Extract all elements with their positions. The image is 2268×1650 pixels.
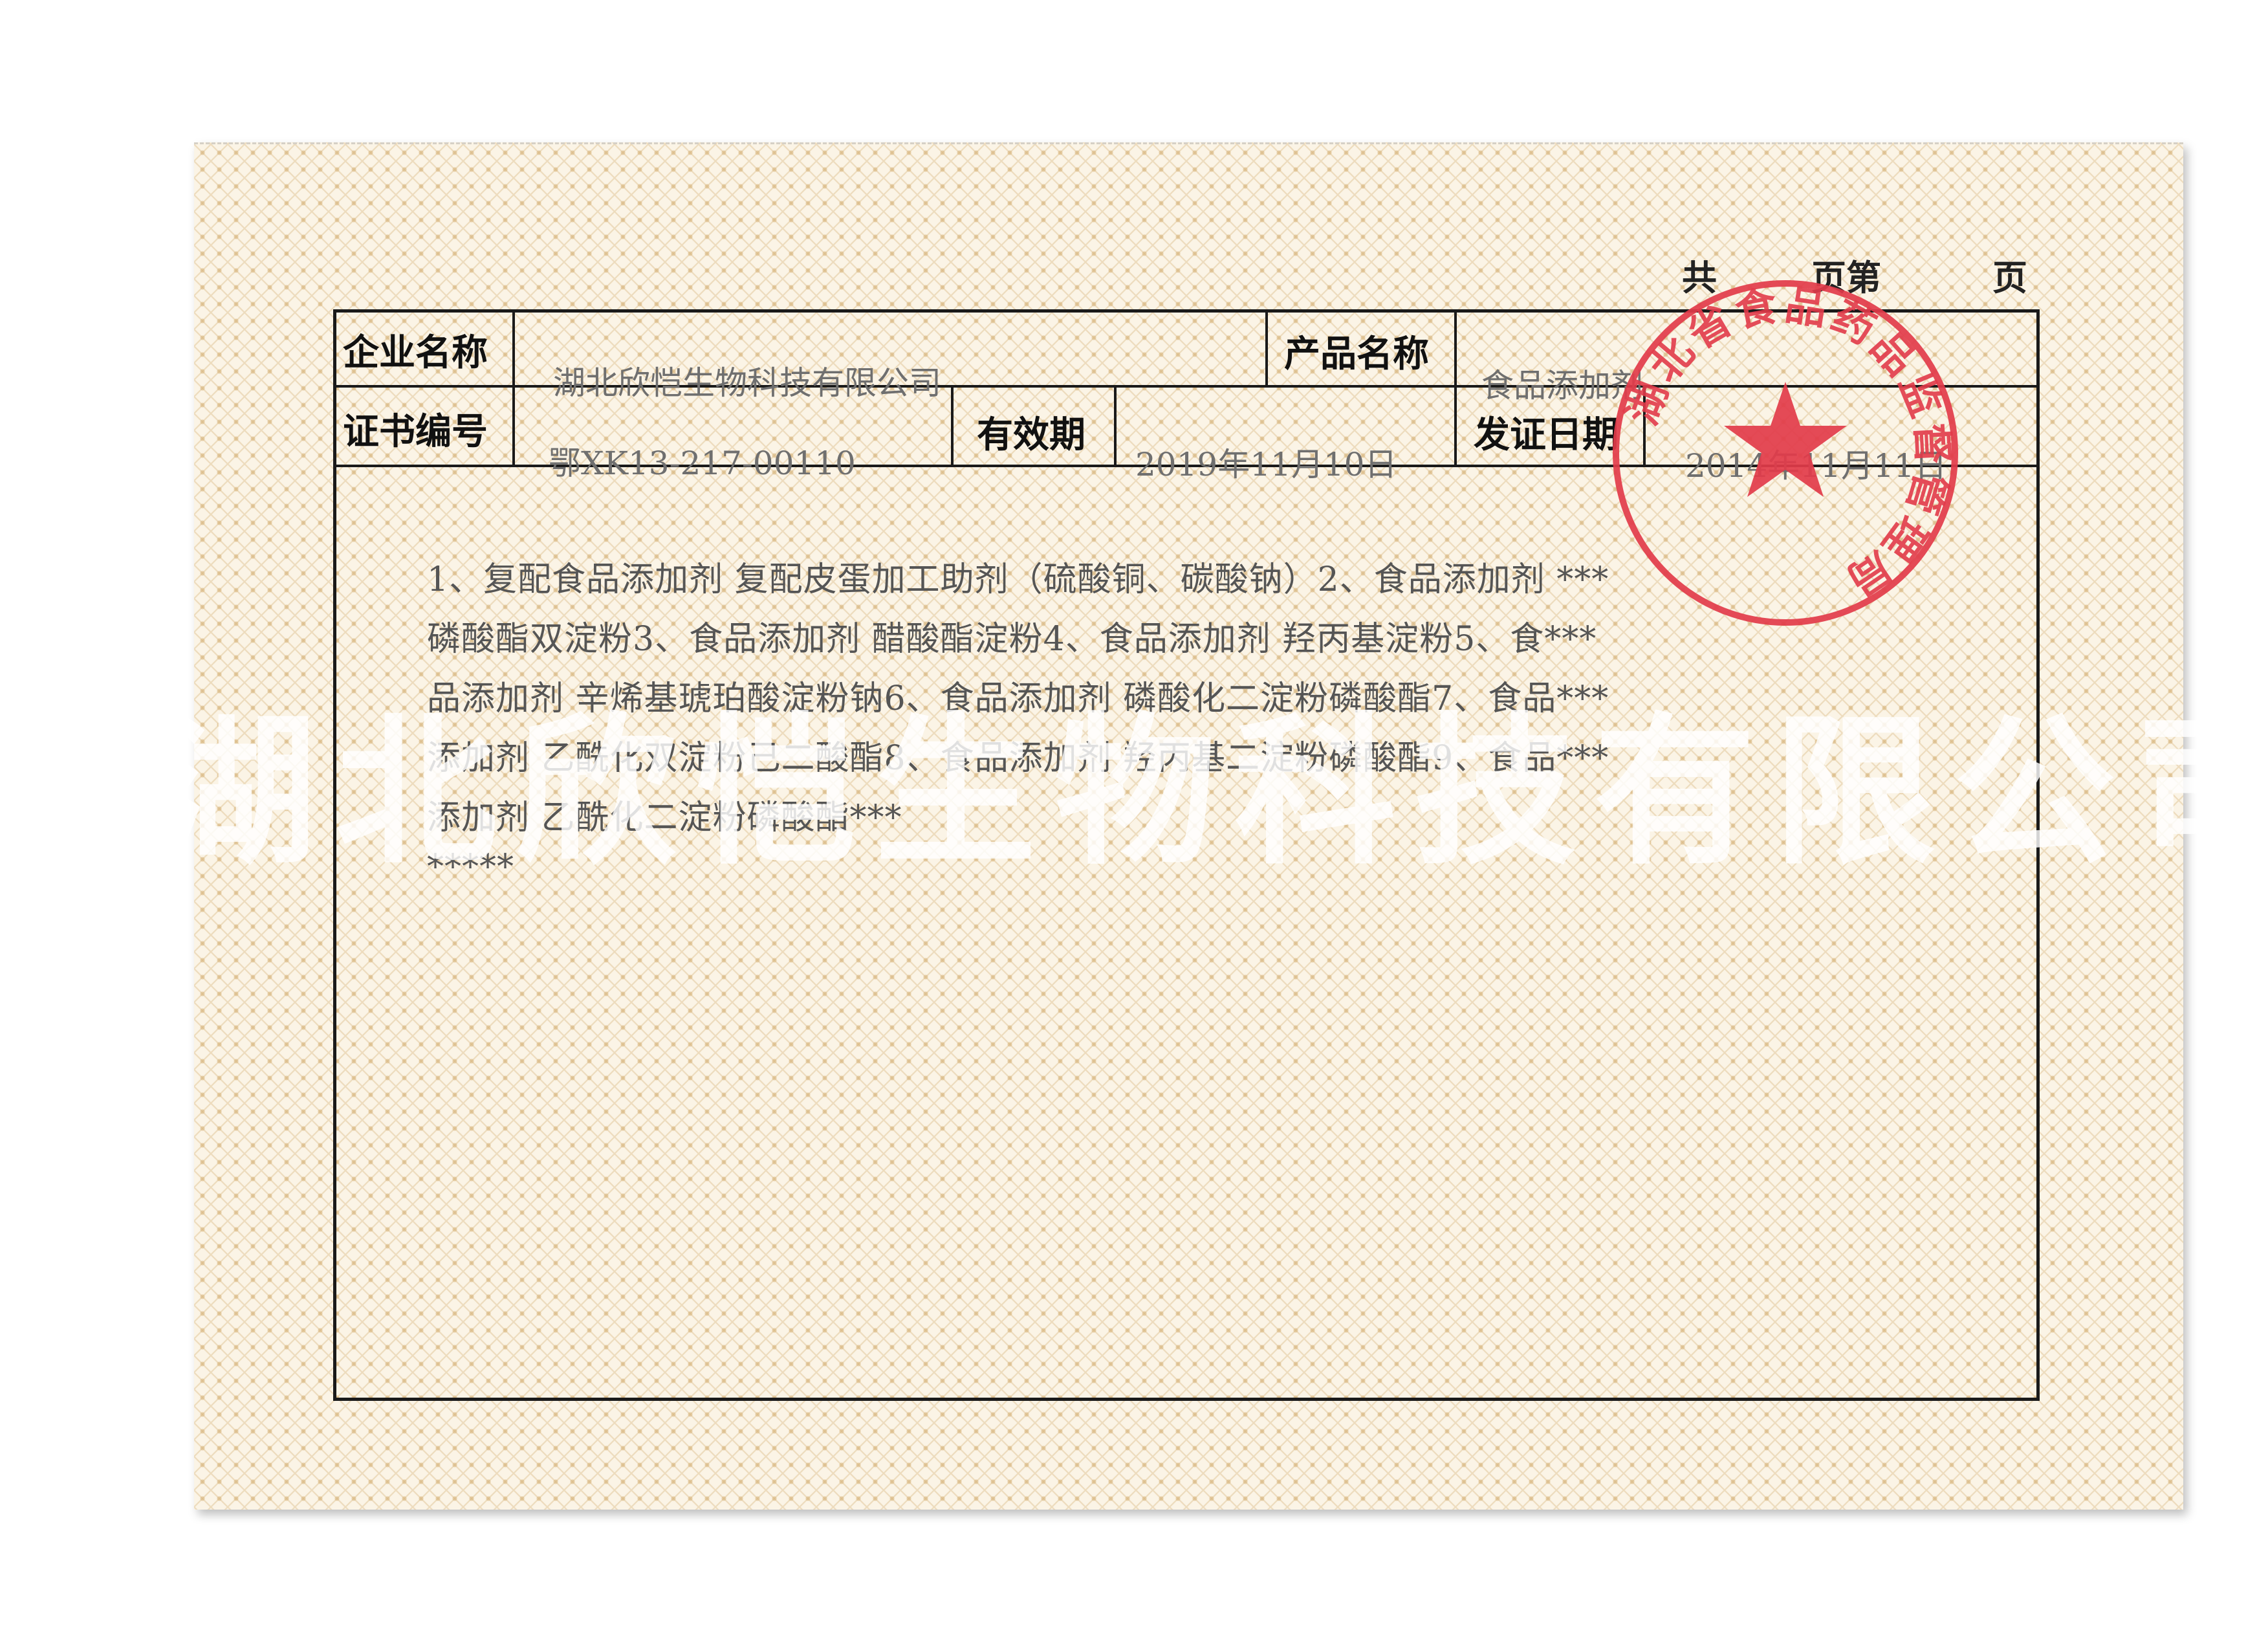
company-label: 企业名称 <box>343 331 488 374</box>
col-divider-label <box>512 309 515 467</box>
scope-line: 添加剂 乙酰化二淀粉磷酸酯*** <box>427 798 902 837</box>
col-divider-valid-label <box>951 386 954 467</box>
scope-line: 1、复配食品添加剂 复配皮蛋加工助剂（硫酸铜、碳酸钠）2、食品添加剂 *** <box>427 560 1609 599</box>
scope-line: ***** <box>427 848 514 886</box>
page-end-label: 页 <box>1992 257 2027 298</box>
col-divider-valid-value <box>1114 386 1117 467</box>
cert-number-value: 鄂XK13-217-00110 <box>549 445 856 482</box>
scope-line: 品添加剂 辛烯基琥珀酸淀粉钠6、食品添加剂 磷酸化二淀粉磷酸酯7、食品*** <box>427 679 1609 718</box>
product-label: 产品名称 <box>1284 333 1429 375</box>
scope-line: 添加剂 乙酰化双淀粉己二酸酯8、食品添加剂 羟丙基二淀粉磷酸酯9、食品*** <box>427 739 1609 778</box>
col-divider-product-value <box>1454 309 1457 467</box>
scope-line: 磷酸酯双淀粉3、食品添加剂 醋酸酯淀粉4、食品添加剂 羟丙基淀粉5、食*** <box>427 620 1597 659</box>
cert-number-label: 证书编号 <box>343 410 488 453</box>
official-seal: 湖北省食品药品监督管理局 <box>1613 280 1958 626</box>
company-value: 湖北欣恺生物科技有限公司 <box>553 364 941 402</box>
valid-until-label: 有效期 <box>977 413 1085 456</box>
col-divider-product-label <box>1265 309 1268 388</box>
issue-date-label: 发证日期 <box>1474 413 1619 456</box>
production-scope: 1、复配食品添加剂 复配皮蛋加工助剂（硫酸铜、碳酸钠）2、食品添加剂 *** 磷… <box>427 550 1811 886</box>
valid-until-value: 2019年11月10日 <box>1135 446 1397 483</box>
seal-star-icon <box>1724 382 1847 497</box>
